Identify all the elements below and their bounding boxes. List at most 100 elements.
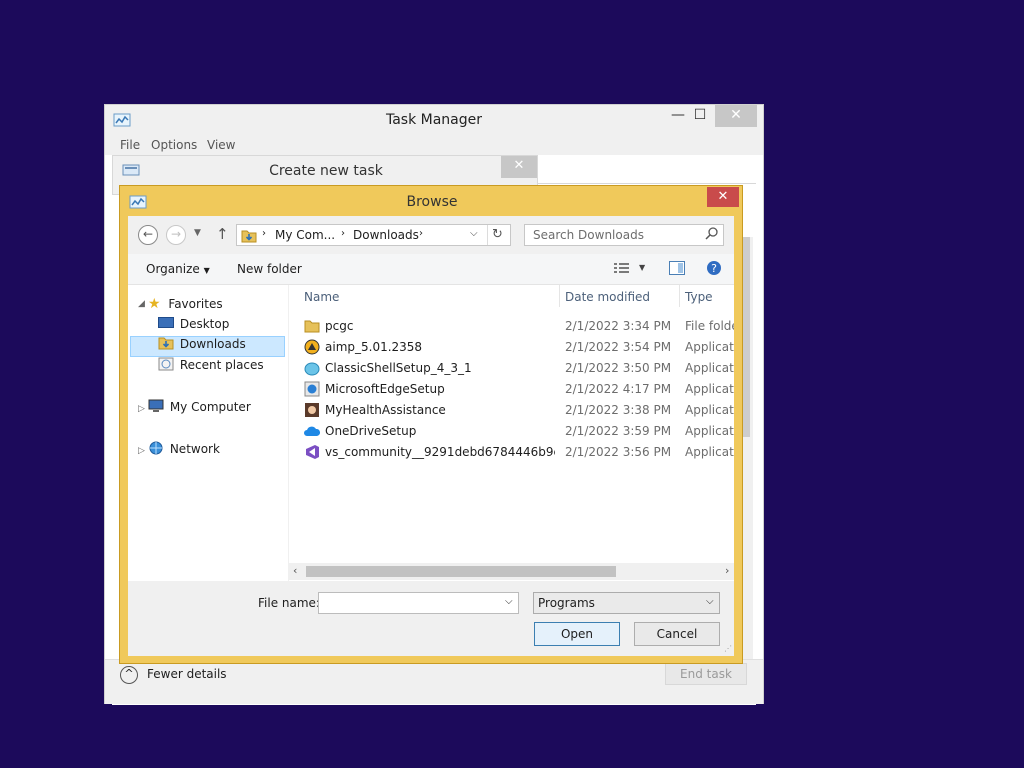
address-history-dropdown[interactable]: ⌵ — [470, 228, 478, 239]
tree-downloads[interactable]: Downloads — [158, 336, 246, 356]
end-task-button[interactable]: End task — [665, 663, 747, 685]
organize-label: Organize — [146, 262, 200, 276]
tree-my-computer[interactable]: My Computer — [148, 399, 251, 419]
address-bar[interactable]: › My Com... › Downloads › ⌵ ↻ — [236, 224, 511, 246]
tree-favorites-label: Favorites — [168, 297, 223, 311]
task-manager-titlebar: Task Manager — ☐ ✕ — [105, 105, 763, 135]
file-type: Application — [685, 403, 734, 417]
column-name[interactable]: Name — [304, 290, 339, 304]
refresh-icon[interactable]: ↻ — [492, 227, 503, 242]
menu-options[interactable]: Options — [151, 138, 197, 152]
file-name: vs_community__9291debd6784446b9cfe0... — [325, 445, 555, 459]
organize-button[interactable]: Organize ▼ — [146, 262, 210, 276]
breadcrumb-downloads[interactable]: Downloads — [353, 228, 419, 242]
expand-my-computer-icon[interactable]: ▷ — [138, 399, 145, 419]
forward-button[interactable]: → — [166, 225, 186, 245]
new-folder-button[interactable]: New folder — [237, 262, 302, 276]
tree-network[interactable]: Network — [148, 441, 220, 461]
navigation-pane: ◢ ★ Favorites Desktop Downloads Recent p… — [128, 285, 288, 581]
search-box[interactable]: Search Downloads — [524, 224, 724, 246]
file-row[interactable]: MyHealthAssistance 2/1/2022 3:38 PM Appl… — [289, 400, 734, 421]
file-name: MicrosoftEdgeSetup — [325, 382, 445, 396]
view-dropdown-icon[interactable]: ▼ — [639, 263, 645, 272]
svg-text:?: ? — [711, 262, 717, 275]
address-divider — [487, 225, 488, 245]
file-date: 2/1/2022 3:50 PM — [565, 361, 672, 375]
expand-favorites-icon[interactable]: ◢ — [138, 294, 145, 314]
tree-desktop-label: Desktop — [179, 317, 230, 331]
menu-view[interactable]: View — [207, 138, 235, 152]
help-icon[interactable]: ? — [706, 260, 722, 279]
resize-grip-icon[interactable]: ⋰ — [724, 644, 732, 653]
tree-network-label: Network — [169, 442, 220, 456]
breadcrumb-separator-icon: › — [341, 228, 345, 239]
search-placeholder: Search Downloads — [533, 228, 644, 242]
horizontal-scroll-thumb[interactable] — [306, 566, 616, 577]
file-type: Application — [685, 361, 734, 375]
file-type: Application — [685, 445, 734, 459]
file-name-input[interactable]: ⌵ — [318, 592, 519, 614]
open-button[interactable]: Open — [534, 622, 620, 646]
create-new-task-title: Create new task — [269, 163, 383, 179]
file-row[interactable]: vs_community__9291debd6784446b9cfe0... 2… — [289, 442, 734, 463]
browse-title: Browse — [406, 194, 458, 210]
file-row[interactable]: MicrosoftEdgeSetup 2/1/2022 4:17 PM Appl… — [289, 379, 734, 400]
file-row[interactable]: pcgc 2/1/2022 3:34 PM File folder — [289, 316, 734, 337]
tree-recent-places-label: Recent places — [179, 358, 264, 372]
column-divider[interactable] — [679, 285, 680, 307]
fewer-details-link[interactable]: Fewer details — [147, 667, 227, 681]
task-manager-footer: ^ Fewer details End task — [105, 659, 763, 704]
command-toolbar: Organize ▼ New folder ▼ ? — [128, 254, 734, 285]
file-type: Application — [685, 424, 734, 438]
sort-ascending-icon: ˄ — [425, 285, 429, 290]
file-row[interactable]: aimp_5.01.2358 2/1/2022 3:54 PM Applicat… — [289, 337, 734, 358]
preview-pane-icon[interactable] — [669, 261, 685, 278]
chevron-up-icon[interactable]: ^ — [120, 666, 138, 684]
expand-network-icon[interactable]: ▷ — [138, 441, 145, 461]
menu-file[interactable]: File — [120, 138, 140, 152]
browse-close-button[interactable]: ✕ — [707, 187, 739, 207]
tree-desktop[interactable]: Desktop — [158, 315, 229, 335]
file-name: OneDriveSetup — [325, 424, 417, 438]
search-icon[interactable] — [705, 227, 718, 244]
browse-dialog: Browse ✕ ← → ▼ ↑ › My Com... › Downloads… — [119, 185, 743, 664]
back-button[interactable]: ← — [138, 225, 158, 245]
breadcrumb-my-computer[interactable]: My Com... — [275, 228, 335, 242]
star-icon: ★ — [148, 296, 161, 312]
file-type-select[interactable]: Programs ⌵ — [533, 592, 720, 614]
chevron-down-icon: ▼ — [203, 266, 210, 275]
view-options-icon[interactable] — [614, 262, 630, 277]
chevron-down-icon[interactable]: ⌵ — [706, 596, 714, 607]
scroll-right-icon[interactable]: › — [725, 564, 729, 577]
file-date: 2/1/2022 3:38 PM — [565, 403, 672, 417]
file-row[interactable]: ClassicShellSetup_4_3_1 2/1/2022 3:50 PM… — [289, 358, 734, 379]
breadcrumb-separator-icon: › — [419, 228, 423, 239]
column-date-modified[interactable]: Date modified — [565, 290, 650, 304]
file-row[interactable]: OneDriveSetup 2/1/2022 3:59 PM Applicati… — [289, 421, 734, 442]
horizontal-scrollbar[interactable]: ‹ › — [289, 563, 734, 580]
file-type-value: Programs — [538, 596, 595, 610]
file-name: pcgc — [325, 319, 354, 333]
create-new-task-close-button[interactable]: ✕ — [501, 156, 537, 178]
file-date: 2/1/2022 4:17 PM — [565, 382, 672, 396]
tree-favorites[interactable]: ★ Favorites — [148, 294, 223, 314]
file-type: Application — [685, 340, 734, 354]
computer-icon — [148, 399, 164, 416]
file-date: 2/1/2022 3:34 PM — [565, 319, 672, 333]
file-type: File folder — [685, 319, 734, 333]
downloads-folder-icon — [158, 337, 174, 353]
scroll-left-icon[interactable]: ‹ — [293, 564, 297, 577]
recent-locations-dropdown[interactable]: ▼ — [194, 228, 201, 238]
tree-recent-places[interactable]: Recent places — [158, 357, 264, 377]
up-button[interactable]: ↑ — [216, 225, 229, 243]
file-name: aimp_5.01.2358 — [325, 340, 423, 354]
column-type[interactable]: Type — [685, 290, 713, 304]
column-divider[interactable] — [559, 285, 560, 307]
recent-places-icon — [158, 357, 174, 374]
file-date: 2/1/2022 3:56 PM — [565, 445, 672, 459]
cancel-button[interactable]: Cancel — [634, 622, 720, 646]
chevron-down-icon[interactable]: ⌵ — [505, 596, 513, 607]
close-button[interactable]: ✕ — [715, 105, 757, 127]
tree-downloads-label: Downloads — [179, 337, 246, 351]
file-name: MyHealthAssistance — [325, 403, 446, 417]
